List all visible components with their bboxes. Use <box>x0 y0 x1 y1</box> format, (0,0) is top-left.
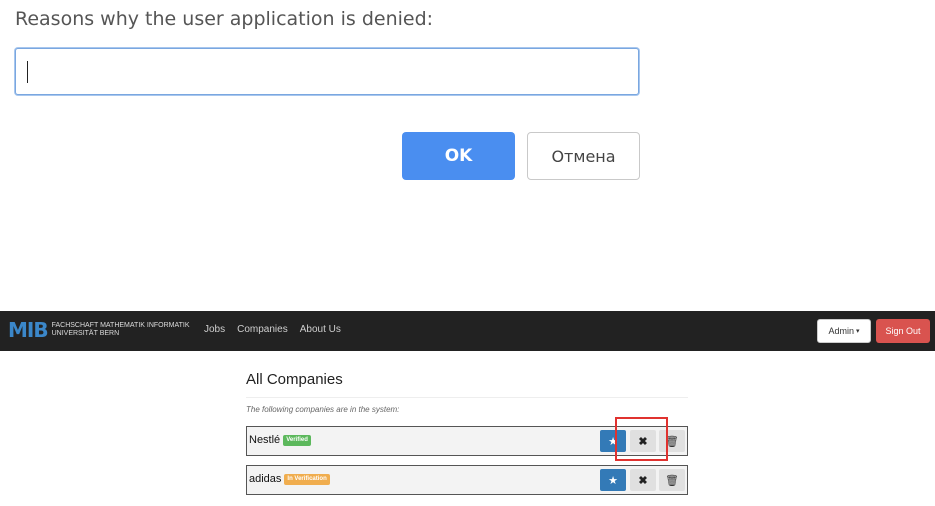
logo[interactable]: MIB FACHSCHAFT MATHEMATIK INFORMATIK UNI… <box>8 320 190 340</box>
star-icon: ★ <box>608 474 618 487</box>
trash-icon: 🗑 <box>665 474 679 487</box>
prompt-message: Reasons why the user application is deni… <box>15 8 434 30</box>
star-button[interactable]: ★ <box>600 469 626 491</box>
caret-down-icon: ▾ <box>856 328 860 335</box>
company-row: adidas In Verification ★ ✖ 🗑 <box>246 465 688 495</box>
annotation-highlight-box <box>615 417 668 461</box>
nav-link-companies[interactable]: Companies <box>237 324 288 335</box>
navbar: MIB FACHSCHAFT MATHEMATIK INFORMATIK UNI… <box>0 311 935 351</box>
page-subtitle: The following companies are in the syste… <box>246 405 400 414</box>
status-badge: In Verification <box>284 473 330 485</box>
nav-links: Jobs Companies About Us <box>204 324 341 335</box>
delete-button[interactable]: 🗑 <box>659 469 685 491</box>
logo-mark: MIB <box>8 318 49 342</box>
company-name: adidas <box>249 473 282 485</box>
sign-out-button[interactable]: Sign Out <box>876 319 930 343</box>
cancel-button[interactable]: Отмена <box>527 132 640 180</box>
reason-input[interactable] <box>15 48 639 95</box>
nav-link-about-us[interactable]: About Us <box>300 324 341 335</box>
text-caret <box>27 61 28 83</box>
logo-text: FACHSCHAFT MATHEMATIK INFORMATIK UNIVERS… <box>52 322 190 338</box>
status-badge: Verified <box>283 434 311 446</box>
page-title: All Companies <box>246 371 343 388</box>
company-name: Nestlé <box>249 434 281 446</box>
logo-line-1: FACHSCHAFT MATHEMATIK INFORMATIK <box>51 322 190 329</box>
company-name-cell: Nestlé Verified <box>249 434 311 446</box>
page: Reasons why the user application is deni… <box>0 0 935 506</box>
ok-button[interactable]: OK <box>402 132 515 180</box>
close-icon: ✖ <box>638 474 648 487</box>
company-name-cell: adidas In Verification <box>249 473 330 485</box>
logo-line-2: UNIVERSITÄT BERN <box>51 330 120 337</box>
deny-button[interactable]: ✖ <box>630 469 656 491</box>
nav-link-jobs[interactable]: Jobs <box>204 324 225 335</box>
admin-label: Admin <box>828 326 854 336</box>
admin-dropdown-button[interactable]: Admin ▾ <box>817 319 871 343</box>
title-divider <box>246 397 688 398</box>
